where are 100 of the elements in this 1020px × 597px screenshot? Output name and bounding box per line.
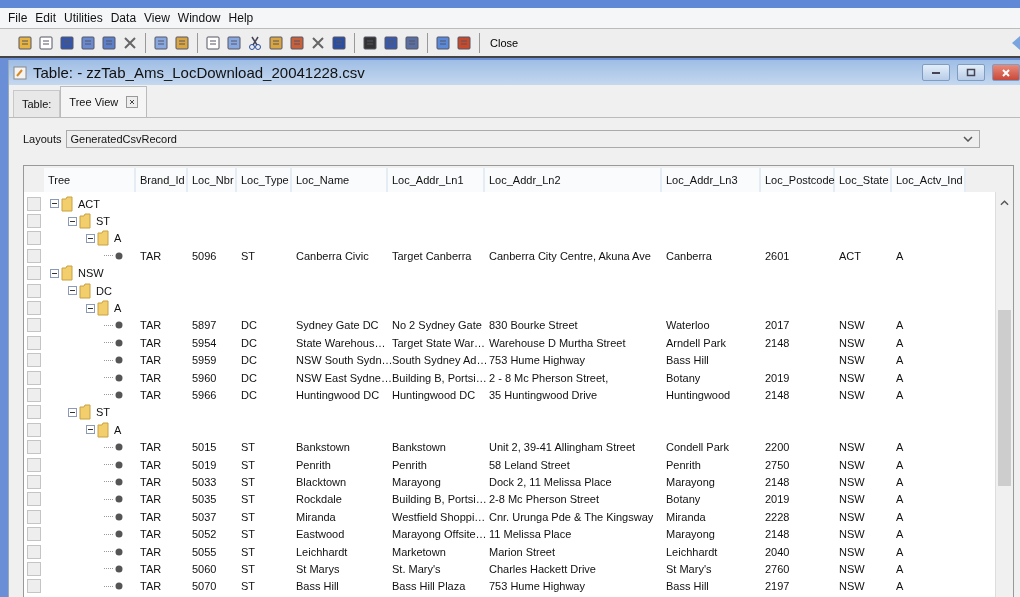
row-header[interactable] [27, 509, 41, 524]
column-header[interactable]: Loc_State [835, 168, 892, 192]
menu-item[interactable]: File [4, 11, 32, 25]
row-header[interactable] [27, 248, 41, 263]
maximize-button[interactable] [957, 64, 985, 81]
row-header[interactable] [27, 579, 41, 594]
table-cell: Building B, Portsi… [392, 371, 487, 384]
table-cell: DC [241, 371, 257, 384]
row-header[interactable] [27, 492, 41, 507]
expander-icon[interactable] [68, 216, 77, 226]
column-header[interactable]: Loc_Type [237, 168, 292, 192]
column-header[interactable]: Loc_Actv_Ind [892, 168, 966, 192]
tree-node-label[interactable]: DC [96, 284, 112, 297]
tree-node-label[interactable]: ST [96, 215, 111, 228]
minimize-button[interactable] [922, 64, 950, 81]
scroll-up-icon[interactable] [1000, 200, 1009, 206]
delete-record-icon[interactable] [310, 34, 326, 51]
table-cell: Botany [666, 493, 701, 506]
table-cell: DC [241, 336, 257, 349]
row-header[interactable] [27, 440, 41, 455]
expander-icon[interactable] [50, 268, 59, 278]
row-header[interactable] [27, 266, 41, 281]
menu-item[interactable]: Edit [31, 11, 61, 25]
layouts-dropdown[interactable]: GeneratedCsvRecord [65, 130, 980, 148]
table-cell: ACT [839, 249, 861, 262]
table-cell: Huntingwood DC [392, 389, 476, 401]
close-tab-icon[interactable] [126, 96, 139, 108]
table-cell: Bass Hill Plaza [392, 580, 466, 593]
table-cell: Marayong [666, 475, 715, 488]
row-header[interactable] [27, 422, 41, 437]
table-cell: NSW [839, 475, 865, 488]
column-header[interactable]: Loc_Addr_Ln2 [485, 168, 662, 192]
row-header[interactable] [27, 405, 41, 420]
table-cell: 5960 [192, 371, 217, 384]
row-header[interactable] [27, 457, 41, 472]
row-header[interactable] [27, 474, 41, 489]
column-header[interactable]: Loc_Postcode [761, 168, 835, 192]
table-cell: 2148 [765, 475, 790, 488]
table-cell: 5015 [192, 441, 217, 454]
row-header[interactable] [27, 196, 41, 211]
cut-icon[interactable] [247, 34, 263, 51]
leaf-dot-icon [115, 547, 123, 556]
expander-icon[interactable] [86, 233, 95, 243]
tab[interactable]: Tree View [60, 86, 148, 117]
leaf-dot-icon [115, 356, 123, 365]
scrollbar-thumb[interactable] [998, 310, 1011, 486]
table-cell: ST [241, 562, 256, 575]
column-header[interactable]: Brand_Id [136, 168, 188, 192]
folder-icon [97, 421, 109, 438]
row-header[interactable] [27, 370, 41, 385]
close-button[interactable]: Close [486, 36, 523, 49]
menu-item[interactable]: Help [224, 11, 258, 25]
row-header[interactable] [27, 561, 41, 576]
expander-icon[interactable] [50, 199, 59, 209]
expander-icon[interactable] [86, 303, 95, 313]
delete-icon[interactable] [122, 34, 138, 51]
tab[interactable]: Table: [13, 90, 61, 117]
column-header[interactable]: Tree [44, 168, 136, 192]
menu-item[interactable]: Window [173, 11, 225, 25]
table-cell: NSW [839, 528, 865, 541]
column-header[interactable]: Loc_Name [292, 168, 388, 192]
table-cell: 5019 [192, 458, 217, 471]
table-cell: NSW [839, 336, 865, 349]
menu-item[interactable]: Utilities [60, 11, 107, 25]
tree-node-label[interactable]: ST [96, 406, 111, 419]
row-header[interactable] [27, 231, 41, 246]
column-header[interactable]: Loc_Addr_Ln3 [662, 168, 761, 192]
expander-icon[interactable] [68, 286, 77, 296]
row-header[interactable] [27, 527, 41, 542]
document-icon [12, 64, 28, 81]
column-header[interactable]: Loc_Nbr [188, 168, 237, 192]
tree-node-label[interactable]: A [114, 423, 122, 436]
close-button[interactable] [992, 64, 1020, 81]
menu-item[interactable]: Data [106, 11, 141, 25]
row-header[interactable] [27, 318, 41, 333]
table-cell: ST [241, 475, 256, 488]
tree-node-label[interactable]: A [114, 302, 122, 315]
row-header[interactable] [27, 283, 41, 298]
tree-node-label[interactable]: A [114, 232, 122, 245]
row-header[interactable] [27, 214, 41, 229]
expander-icon[interactable] [68, 407, 77, 417]
row-header[interactable] [27, 353, 41, 368]
vertical-scrollbar[interactable] [995, 192, 1013, 597]
row-header[interactable] [27, 335, 41, 350]
tree-node-label[interactable]: ACT [78, 197, 100, 210]
table-cell: TAR [140, 493, 162, 506]
table-cell: Canberra Civic [296, 249, 369, 262]
expander-icon[interactable] [86, 425, 95, 435]
column-header[interactable]: Loc_Addr_Ln1 [388, 168, 485, 192]
table-cell: 5033 [192, 475, 217, 488]
table-cell: TAR [140, 580, 162, 593]
menu-item[interactable]: View [140, 11, 174, 25]
table-cell: ST [241, 580, 256, 593]
folder-icon [61, 265, 73, 282]
row-header[interactable] [27, 544, 41, 559]
tree-node-label[interactable]: NSW [78, 267, 104, 280]
table-cell: A [896, 319, 904, 332]
row-header[interactable] [27, 301, 41, 316]
table-cell: Blacktown [296, 475, 347, 488]
leaf-dot-icon [115, 564, 123, 573]
